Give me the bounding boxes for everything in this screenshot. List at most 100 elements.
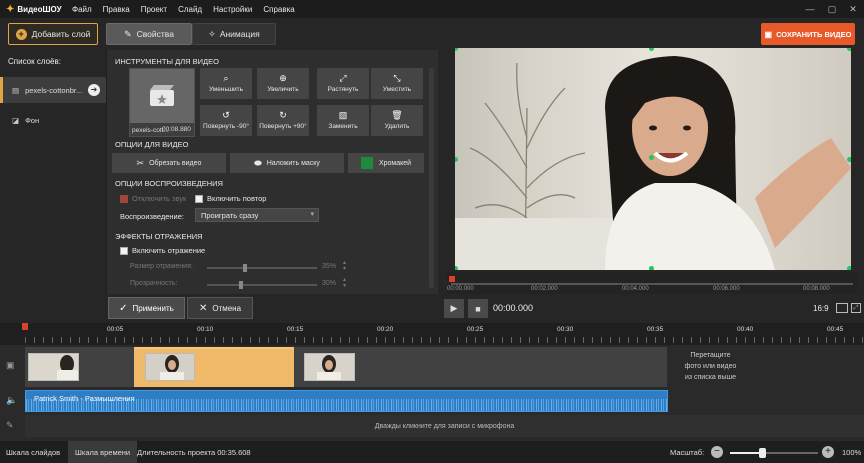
zoom-out-button[interactable]: ⌕ Уменьшить [200,68,252,99]
zoom-slider-handle[interactable] [758,448,766,458]
close-icon: ✕ [198,302,208,314]
playhead-marker[interactable] [449,276,455,282]
menu-edit[interactable]: Правка [103,5,130,14]
zoom-in-icon: ⊕ [279,73,287,83]
zoom-in-icon[interactable]: + [822,446,834,458]
menu-help[interactable]: Справка [263,5,294,14]
tab-slides-scale[interactable]: Шкала слайдов [0,441,66,463]
minimize-icon[interactable]: — [800,0,820,18]
playback-label: Воспроизведение: [120,212,184,221]
save-video-button[interactable]: ▣ СОХРАНИТЬ ВИДЕО [761,23,855,45]
stop-button[interactable]: ■ [468,299,488,318]
playback-bar: ▶ ■ 00:00.000 16:9 ⤢ [438,294,864,323]
tab-timeline-scale[interactable]: Шкала времени [68,441,138,463]
loop-option[interactable]: Включить повтор [195,194,266,204]
video-layer-icon: ▤ [12,85,20,95]
fullscreen-icon[interactable]: ⤢ [851,303,861,313]
mic-record-track[interactable]: Дважды кликните для записи с микрофона [25,415,864,437]
animation-icon: ✧ [208,28,216,39]
add-layer-button[interactable]: + Добавить слой [8,23,98,45]
resize-handle[interactable] [847,157,851,162]
timeline-playhead[interactable] [22,323,28,330]
clapper-icon [150,85,174,106]
properties-panel: ИНСТРУМЕНТЫ ДЛЯ ВИДЕО pexels-cott... 00:… [106,50,438,294]
ruler-label: 00:15 [287,326,304,333]
loop-checkbox[interactable] [195,195,203,204]
stretch-button[interactable]: ⤢ Растянуть [317,68,369,99]
spinner-icon[interactable]: ▴ ▾ [343,277,346,289]
trash-icon: 🗑 [391,110,403,120]
cancel-button[interactable]: ✕ Отмена [187,297,253,319]
arrow-right-icon[interactable]: ➜ [88,84,100,96]
slide-thumbnail[interactable] [145,353,195,381]
drop-zone[interactable]: Перетащите фото или видео из списка выше [668,347,753,387]
zoom-slider-fill [730,452,762,454]
tab-properties[interactable]: ✎ Свойства [106,23,192,45]
slide-thumbnail[interactable] [304,353,355,381]
fit-button[interactable]: ⤡ Уместить [371,68,423,99]
clip-duration: 00:08.880 [162,126,191,133]
layer-item-background[interactable]: ◪ Фон [0,107,106,133]
layer-label: pexels-cottonbr... [25,85,83,95]
zoom-in-button[interactable]: ⊕ Увеличить [257,68,309,99]
reflection-checkbox[interactable] [120,247,128,256]
transparency-label: Прозрачность: [130,280,178,287]
aspect-ratio[interactable]: 16:9 [813,304,829,313]
spinner-icon[interactable]: ▴ ▾ [343,260,346,272]
layer-item-video[interactable]: ▤ pexels-cottonbr... ➜ [0,77,106,103]
menu-project[interactable]: Проект [141,5,167,14]
fit-screen-icon[interactable] [836,303,848,313]
mute-option[interactable]: Отключить звук [120,194,186,204]
tool-label: Уместить [382,86,412,93]
delete-button[interactable]: 🗑 Удалить [371,105,423,136]
play-button[interactable]: ▶ [444,299,464,318]
slider-handle[interactable] [239,281,243,289]
tab-properties-label: Свойства [136,29,174,39]
apply-label: Применить [132,303,174,313]
layer-label: Фон [25,115,40,125]
scrubber-label: 00:06.000 [713,286,740,292]
maximize-icon[interactable]: ▢ [822,0,842,18]
save-video-label: СОХРАНИТЬ ВИДЕО [776,29,852,39]
scrubber-track[interactable] [451,283,853,285]
reflection-size-value: 35% [322,263,337,270]
playback-select[interactable]: Проиграть сразу ▾ [195,208,319,222]
audio-clip[interactable]: Patrick Smith - Размышления [25,390,668,412]
chroma-label: Хромакей [378,159,412,167]
chevron-down-icon: ▾ [310,211,314,218]
timeline-ruler[interactable]: 00:05 00:10 00:15 00:20 00:25 00:30 00:3… [0,323,864,345]
transparency-slider[interactable] [207,281,317,289]
reflection-option[interactable]: Включить отражение [120,246,205,256]
menu-file[interactable]: Файл [72,5,92,14]
reflection-size-label: Размер отражения: [130,263,193,270]
zoom-out-icon[interactable]: − [711,446,723,458]
project-duration: Длительность проекта 00:35.608 [137,448,251,457]
video-preview[interactable] [455,48,851,270]
menu-settings[interactable]: Настройки [213,5,252,14]
tab-animation[interactable]: ✧ Анимация [192,23,276,45]
slider-handle[interactable] [243,264,247,272]
trim-video-button[interactable]: ✂ Обрезать видео [112,153,226,173]
preview-scrubber[interactable]: 00:00.000 00:02.000 00:04.000 00:06.000 … [447,272,857,294]
apply-button[interactable]: ✓ Применить [108,297,185,319]
reflection-size-slider[interactable] [207,264,317,272]
close-icon[interactable]: ✕ [843,0,863,18]
tab-animation-label: Анимация [219,29,260,39]
rotate-right-button[interactable]: ↻ Повернуть +90° [257,105,309,136]
mute-checkbox[interactable] [120,195,128,204]
rotate-handle[interactable] [649,155,654,160]
rotate-left-button[interactable]: ↺ Повернуть -90° [200,105,252,136]
properties-scrollbar[interactable] [429,68,434,288]
zoom-label: Масштаб: [670,448,705,457]
apply-mask-button[interactable]: ⬬ Наложить маску [230,153,344,173]
resize-handle[interactable] [847,266,851,270]
resize-handle[interactable] [847,48,851,51]
replace-button[interactable]: ▨ Заменить [317,105,369,136]
resize-handle[interactable] [649,266,654,270]
chroma-key-button[interactable]: Хромакей [348,153,424,173]
resize-handle[interactable] [455,266,458,270]
save-icon: ▣ [764,29,773,39]
scrubber-label: 00:04.000 [622,286,649,292]
slide-thumbnail[interactable] [28,353,79,381]
menu-slide[interactable]: Слайд [178,5,202,14]
